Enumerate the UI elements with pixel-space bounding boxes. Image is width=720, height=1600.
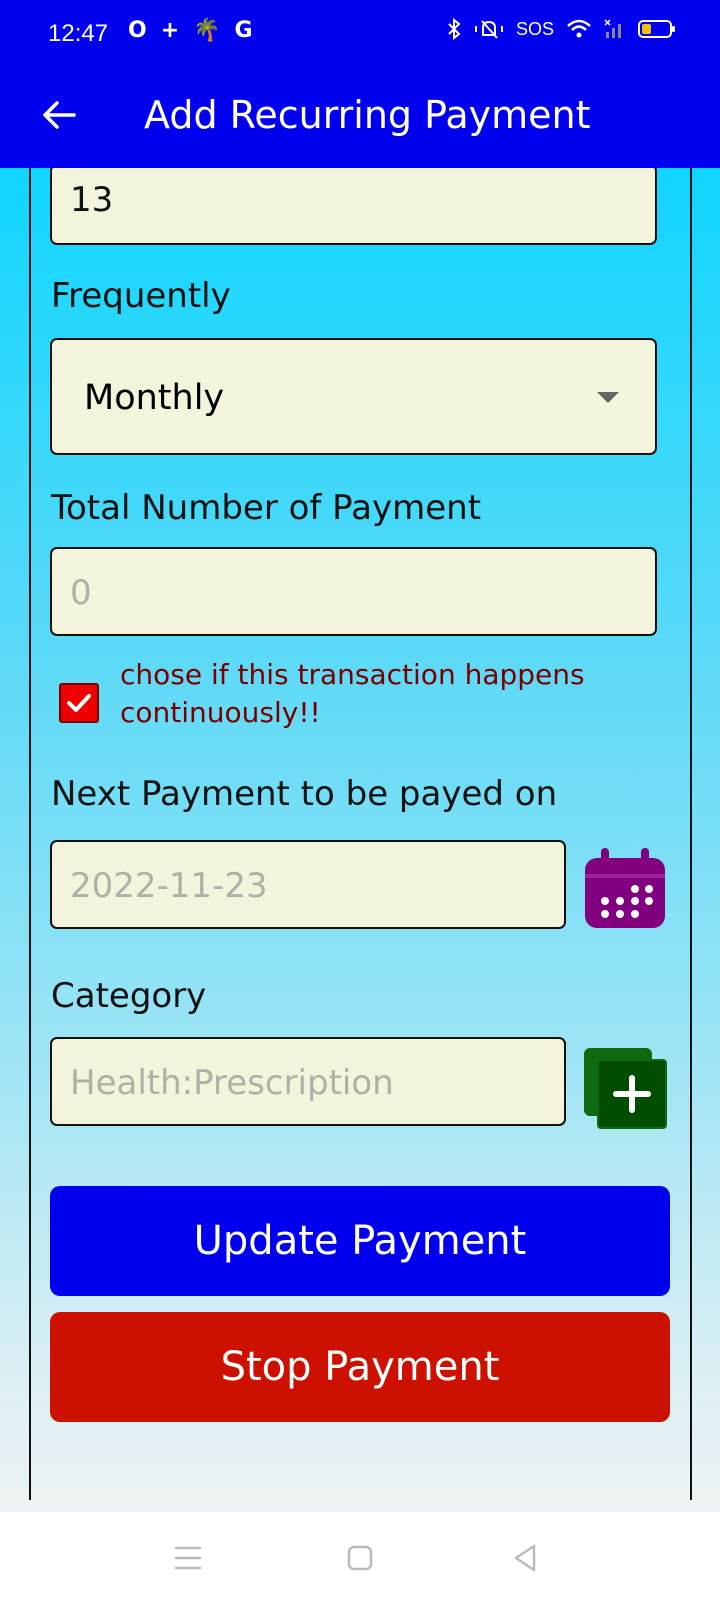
frequency-select[interactable]: Monthly <box>50 338 657 455</box>
status-notification-icons: O + 🌴 G <box>128 18 253 43</box>
chevron-down-icon <box>597 392 619 403</box>
back-triangle-icon[interactable] <box>506 1538 546 1578</box>
continuous-checkbox[interactable] <box>59 683 99 723</box>
continuous-checkbox-label: chose if this transaction happens contin… <box>120 658 585 729</box>
google-icon: G <box>234 18 253 43</box>
status-time: 12:47 <box>48 20 109 47</box>
back-button[interactable] <box>34 90 84 140</box>
bluetooth-icon <box>448 18 461 40</box>
next-payment-label: Next Payment to be payed on <box>51 774 558 814</box>
next-payment-date-input[interactable]: 2022-11-23 <box>50 840 566 929</box>
update-payment-button[interactable]: Update Payment <box>50 1186 670 1296</box>
status-bar: 12:47 O + 🌴 G SOS <box>0 0 720 70</box>
total-payments-placeholder: 0 <box>70 573 92 613</box>
checkmark-icon <box>67 694 91 712</box>
menu-icon[interactable] <box>168 1538 208 1578</box>
page-title: Add Recurring Payment <box>144 93 591 137</box>
category-input[interactable]: Health:Prescription <box>50 1037 566 1126</box>
battery-icon <box>638 20 675 38</box>
sos-indicator: SOS <box>515 18 554 39</box>
palm-tree-icon: 🌴 <box>193 18 221 43</box>
category-placeholder: Health:Prescription <box>70 1063 394 1103</box>
frequency-label: Frequently <box>51 276 231 316</box>
home-square-icon[interactable] <box>340 1538 380 1578</box>
amount-field[interactable]: 13 <box>50 168 657 245</box>
system-nav-bar <box>0 1512 720 1600</box>
wifi-icon <box>567 19 591 38</box>
app-bar: Add Recurring Payment <box>0 70 720 168</box>
mute-bell-icon <box>474 20 503 39</box>
stop-payment-button[interactable]: Stop Payment <box>50 1312 670 1422</box>
calendar-icon[interactable] <box>583 848 667 930</box>
add-category-icon[interactable] <box>582 1046 668 1130</box>
form-content: 13 Frequently Monthly Total Number of Pa… <box>0 168 720 1512</box>
frequency-selected: Monthly <box>84 378 225 418</box>
amount-value: 13 <box>70 180 114 220</box>
category-label: Category <box>51 976 207 1016</box>
total-payments-label: Total Number of Payment <box>51 488 482 528</box>
total-payments-input[interactable]: 0 <box>50 547 657 636</box>
signal-icon <box>604 19 621 38</box>
next-payment-placeholder: 2022-11-23 <box>70 866 268 906</box>
plus-notification-icon: + <box>160 18 180 43</box>
opera-icon: O <box>128 18 147 43</box>
status-system-icons: SOS <box>446 18 675 40</box>
arrow-left-icon <box>43 101 76 129</box>
